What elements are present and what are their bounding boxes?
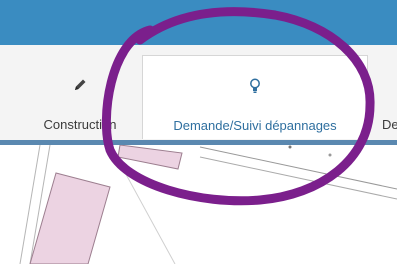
tab-construction[interactable]: Construction	[20, 55, 140, 139]
map-parcel[interactable]	[29, 172, 111, 264]
tab-demande-suivi-depannages-label: Demande/Suivi dépannages	[173, 118, 337, 133]
map-parcel[interactable]	[117, 145, 183, 170]
tab-demande-suivi-depannages[interactable]: Demande/Suivi dépannages	[142, 55, 368, 139]
tab-partial[interactable]: De	[370, 55, 397, 139]
tab-partial-label: De	[382, 117, 397, 132]
map-canvas[interactable]	[0, 145, 397, 264]
app-header-bar	[0, 0, 397, 45]
pencil-icon	[73, 75, 87, 95]
ribbon-toolbar: Construction Demande/Suivi dépannages De	[0, 45, 397, 141]
lightbulb-icon	[249, 76, 261, 96]
tab-construction-label: Construction	[43, 117, 117, 132]
